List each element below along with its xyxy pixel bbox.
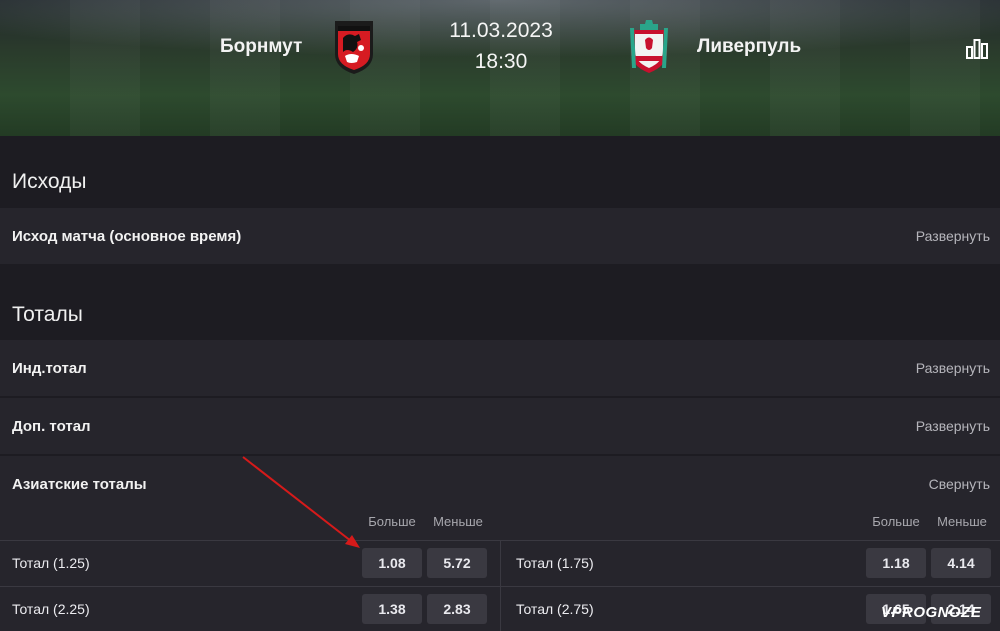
- expand-button[interactable]: Развернуть: [916, 228, 990, 244]
- over-odd-button[interactable]: 1.18: [866, 548, 926, 578]
- dop-total-row[interactable]: Доп. тотал Развернуть: [0, 398, 1000, 454]
- match-outcome-row[interactable]: Исход матча (основное время) Развернуть: [0, 208, 1000, 264]
- away-team-name: Ливерпуль: [697, 36, 802, 57]
- match-outcome-label: Исход матча (основное время): [12, 227, 242, 245]
- under-column-header: Меньше: [433, 514, 483, 529]
- total-line-label: Тотал (1.25): [12, 555, 90, 571]
- ind-total-label: Инд.тотал: [12, 359, 87, 377]
- outcomes-section-title: Исходы: [12, 170, 87, 193]
- over-odd-button[interactable]: 1.38: [362, 594, 422, 624]
- under-odd-button[interactable]: 2.83: [427, 594, 487, 624]
- totals-section-title: Тоталы: [12, 303, 83, 326]
- collapse-button[interactable]: Свернуть: [929, 476, 990, 492]
- under-odd-button[interactable]: 4.14: [931, 548, 991, 578]
- bar-chart-icon[interactable]: [964, 36, 990, 62]
- liverpool-crest-icon: [630, 20, 668, 73]
- total-line-label: Тотал (2.75): [516, 601, 594, 617]
- match-date: 11.03.2023: [449, 19, 553, 42]
- total-line-label: Тотал (1.75): [516, 555, 594, 571]
- left-column-headers: Больше Меньше: [361, 514, 489, 529]
- asian-totals-label: Азиатские тоталы: [12, 475, 147, 493]
- watermark: VPROGNOZE: [881, 604, 982, 621]
- right-column-headers: Больше Меньше: [865, 514, 993, 529]
- under-column-header: Меньше: [937, 514, 987, 529]
- over-odd-button[interactable]: 1.08: [362, 548, 422, 578]
- over-column-header: Больше: [872, 514, 920, 529]
- expand-button[interactable]: Развернуть: [916, 360, 990, 376]
- match-time: 18:30: [474, 50, 528, 73]
- column-divider: [500, 540, 501, 631]
- over-column-header: Больше: [368, 514, 416, 529]
- bournemouth-crest-icon: [335, 21, 373, 74]
- ind-total-row[interactable]: Инд.тотал Развернуть: [0, 340, 1000, 396]
- asian-totals-row[interactable]: Азиатские тоталы Свернуть: [0, 456, 1000, 512]
- under-odd-button[interactable]: 5.72: [427, 548, 487, 578]
- total-line-label: Тотал (2.25): [12, 601, 90, 617]
- expand-button[interactable]: Развернуть: [916, 418, 990, 434]
- match-header: Борнмут 11.03.2023 18:30 Ливерпуль: [0, 0, 1000, 136]
- home-team-name: Борнмут: [220, 36, 303, 57]
- dop-total-label: Доп. тотал: [12, 417, 91, 435]
